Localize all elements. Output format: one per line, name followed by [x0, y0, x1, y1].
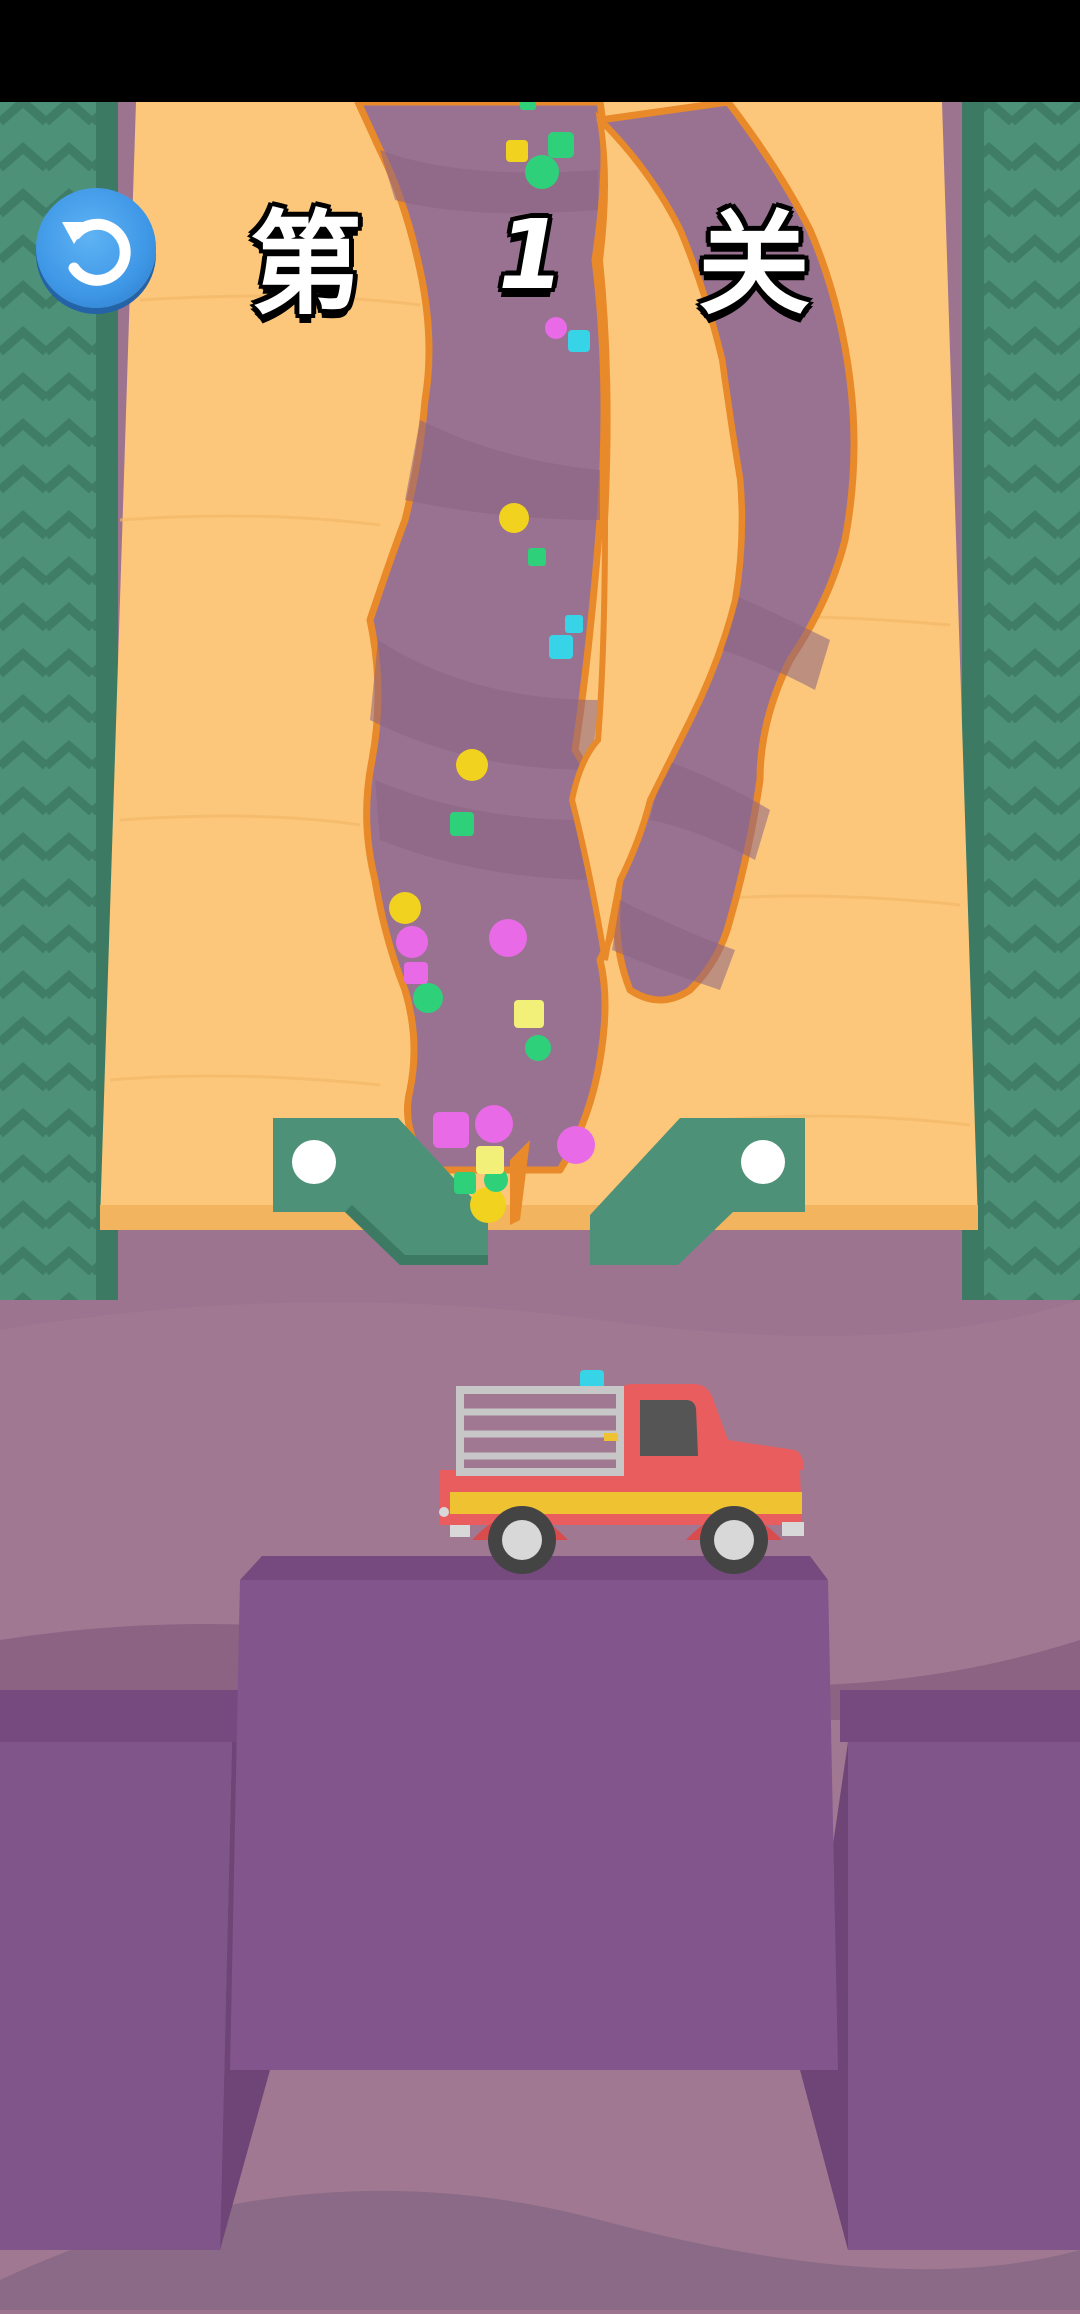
level-suffix: 关: [697, 200, 810, 330]
restart-button[interactable]: [36, 188, 156, 308]
restart-icon: [62, 218, 131, 286]
funnel-left-peg: [292, 1140, 336, 1184]
truck-bumper: [782, 1522, 804, 1536]
center-platform: [230, 1580, 838, 2070]
funnel-right-peg: [741, 1140, 785, 1184]
truck-hitch: [439, 1507, 449, 1517]
level-number: 1: [486, 199, 574, 311]
game-canvas: [0, 98, 1080, 2310]
truck-window: [640, 1400, 698, 1456]
level-title: 第 1 关: [250, 190, 810, 330]
game-scene[interactable]: 第 1 关: [0, 0, 1080, 2310]
sand-board-bottom-edge: [100, 1205, 978, 1230]
status-bar: [0, 0, 1080, 102]
level-prefix: 第: [250, 200, 362, 330]
